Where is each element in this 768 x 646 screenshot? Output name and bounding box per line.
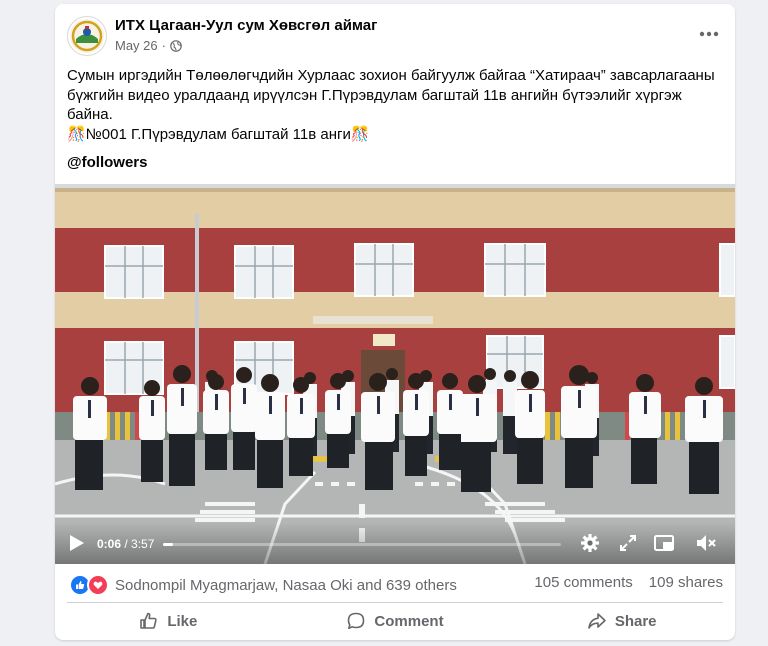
video-player[interactable]: 0:06 / 3:57 [55, 184, 735, 564]
comment-icon [348, 612, 365, 629]
play-icon[interactable] [69, 534, 85, 552]
mention-link[interactable]: @followers [67, 154, 147, 171]
post-body: Сумын иргэдийн Төлөөлөгчдийн Хурлаас зох… [67, 66, 717, 144]
current-time: 0:06 [97, 537, 122, 551]
fullscreen-icon[interactable] [617, 532, 639, 554]
video-frame [55, 184, 735, 564]
comment-label: Comment [374, 612, 444, 630]
video-time: 0:06 / 3:57 [97, 537, 154, 551]
post-text-line: 🎊№001 Г.Пүрэвдулам багштай 11в анги🎊 [67, 125, 370, 143]
reaction-names[interactable]: Sodnompil Myagmarjaw, Nasaa Oki and 639 … [115, 577, 457, 594]
reactions-group[interactable]: Sodnompil Myagmarjaw, Nasaa Oki and 639 … [69, 574, 457, 596]
total-time: 3:57 [131, 537, 155, 551]
picture-in-picture-icon[interactable] [653, 532, 675, 554]
comments-count[interactable]: 105 comments [534, 574, 632, 591]
globe-icon [170, 39, 182, 52]
time-separator: / [121, 537, 132, 551]
post-text-line: байна. [67, 106, 113, 123]
settings-gear-icon[interactable] [579, 532, 601, 554]
post-date[interactable]: May 26 [115, 38, 158, 53]
post-card: ИТХ Цагаан-Уул сум Хөвсгөл аймаг May 26 … [55, 4, 735, 640]
thumbs-up-icon [140, 612, 157, 629]
video-progress-fill [163, 543, 173, 546]
divider [67, 602, 723, 603]
page-name-link[interactable]: ИТХ Цагаан-Уул сум Хөвсгөл аймаг [115, 17, 377, 34]
share-icon [588, 613, 606, 629]
engagement-counts: 105 comments 109 shares [534, 574, 723, 591]
post-actions: Like Comment Share [55, 604, 735, 638]
emblem-logo [70, 19, 104, 53]
love-reaction-icon [87, 574, 109, 596]
post-meta: May 26 · [115, 38, 182, 53]
video-progress-bar[interactable] [163, 543, 561, 546]
more-horizontal-icon [699, 31, 719, 37]
share-button[interactable]: Share [508, 604, 735, 638]
post-header: ИТХ Цагаан-Уул сум Хөвсгөл аймаг May 26 … [55, 4, 735, 60]
post-text-line: бүжгийн видео уралдаанд ирүүлсэн Г.Пүрэв… [67, 86, 682, 104]
comment-button[interactable]: Comment [282, 604, 509, 638]
meta-separator: · [161, 38, 166, 53]
video-controls: 0:06 / 3:57 [55, 522, 735, 564]
reaction-summary: Sodnompil Myagmarjaw, Nasaa Oki and 639 … [55, 568, 735, 598]
mute-icon[interactable] [695, 532, 717, 554]
more-options-button[interactable] [693, 18, 725, 50]
post-text-line: Сумын иргэдийн Төлөөлөгчдийн Хурлаас зох… [67, 67, 715, 84]
shares-count[interactable]: 109 shares [649, 574, 723, 591]
like-label: Like [167, 612, 198, 630]
page-avatar[interactable] [67, 16, 107, 56]
share-label: Share [614, 612, 657, 630]
like-button[interactable]: Like [55, 604, 282, 638]
